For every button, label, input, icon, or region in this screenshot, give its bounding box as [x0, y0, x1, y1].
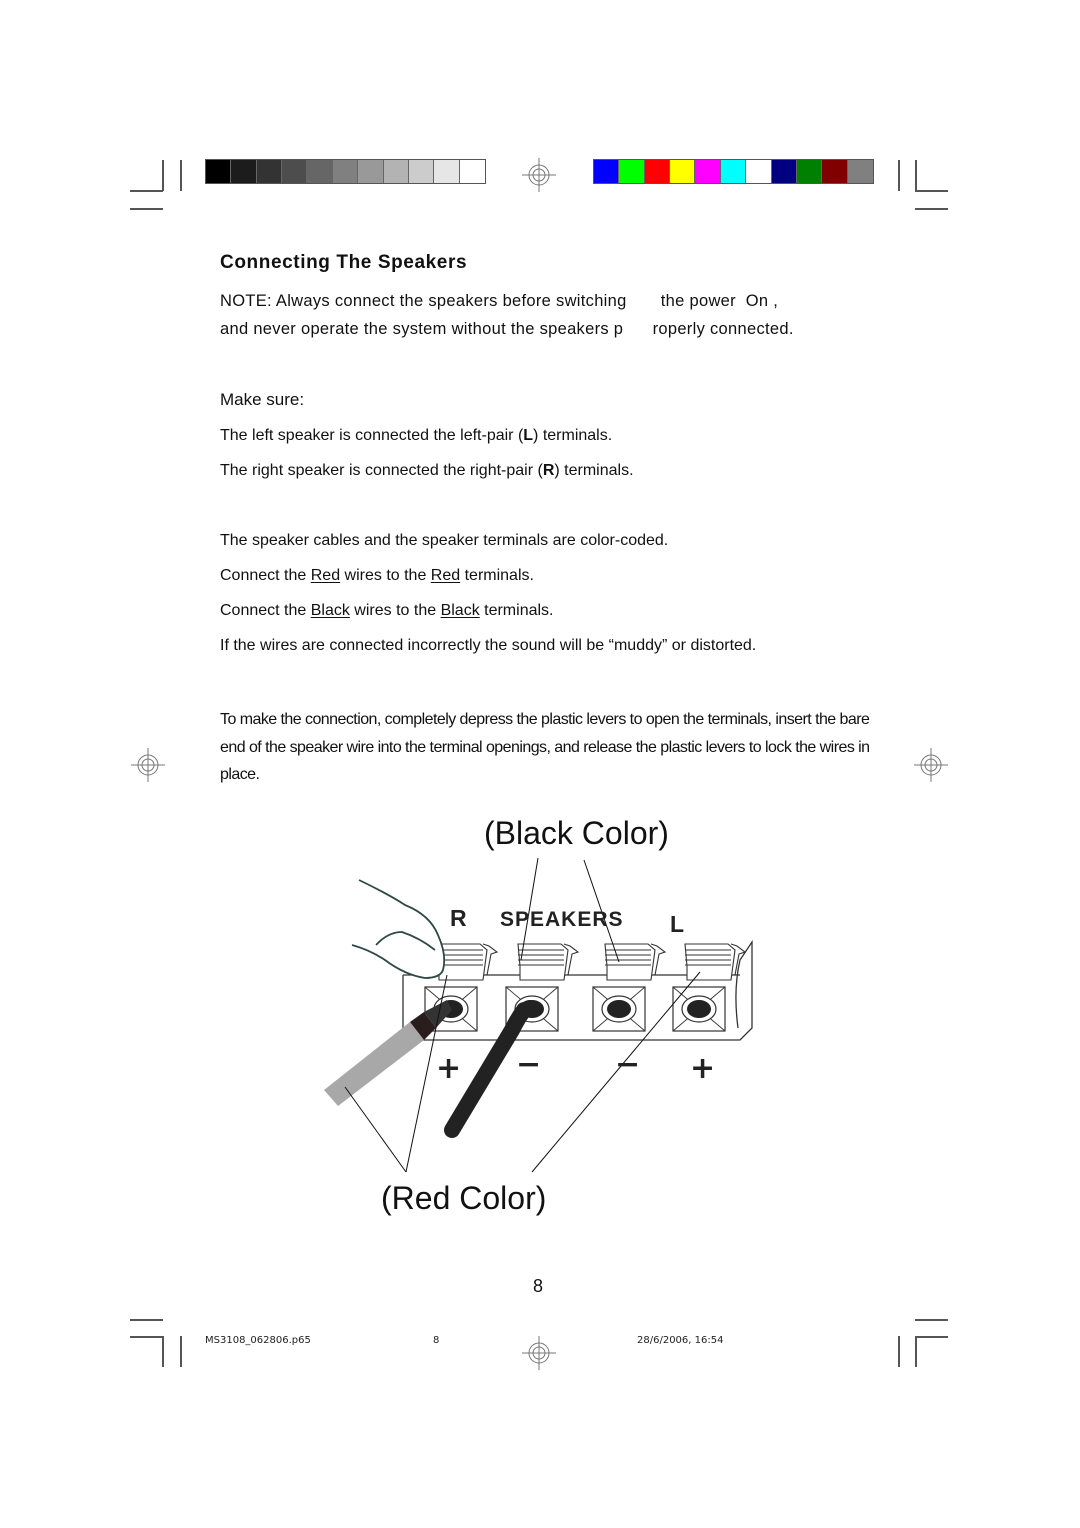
channel-letter: L	[523, 427, 534, 444]
make-sure-label: Make sure:	[220, 390, 305, 409]
page-number: 8	[533, 1276, 544, 1296]
make-sure-item-right: The right speaker is connected the right…	[220, 462, 634, 480]
finger-illustration	[351, 879, 446, 979]
panel-l-label: L	[670, 911, 684, 937]
section-heading: Connecting The Speakers	[220, 252, 468, 273]
crop-mark	[180, 1336, 182, 1367]
incorrect-wiring-warning: If the wires are connected incorrectly t…	[220, 637, 757, 654]
registration-target-icon	[522, 1336, 556, 1370]
text: wires to the	[340, 567, 431, 584]
calibration-swatch	[307, 160, 333, 183]
terminal-socket	[592, 986, 646, 1032]
color-calibration-bar	[593, 159, 874, 184]
crop-mark	[130, 1336, 163, 1338]
text: terminals.	[479, 602, 554, 619]
crop-mark	[130, 1319, 163, 1321]
crop-mark	[915, 1336, 917, 1367]
crop-mark	[180, 160, 182, 191]
underlined-word: Black	[440, 602, 480, 619]
lever-instructions: To make the connection, completely depre…	[220, 711, 870, 783]
calibration-swatch	[746, 160, 772, 183]
panel-speakers-label: SPEAKERS	[500, 908, 624, 931]
red-color-label: (Red Color)	[381, 1180, 547, 1216]
registration-target-icon	[914, 748, 948, 782]
polarity-symbol: +	[690, 1051, 715, 1086]
crop-mark	[915, 190, 948, 192]
crop-mark	[162, 160, 164, 191]
footer-file-page: 8	[433, 1335, 440, 1346]
registration-target-icon	[522, 158, 556, 192]
calibration-swatch	[847, 160, 873, 183]
calibration-swatch	[822, 160, 848, 183]
text: wires to the	[349, 602, 441, 619]
text: Connect the	[220, 567, 311, 584]
calibration-swatch	[670, 160, 696, 183]
calibration-swatch	[644, 160, 671, 183]
calibration-swatch	[796, 160, 823, 183]
grayscale-calibration-bar	[205, 159, 486, 184]
crop-mark	[130, 208, 163, 210]
channel-letter: R	[542, 462, 555, 479]
footer-file-name: MS3108_062806.p65	[205, 1335, 311, 1346]
crop-mark	[915, 160, 917, 191]
crop-mark	[898, 1336, 900, 1367]
polarity-symbol: −	[516, 1047, 541, 1082]
calibration-swatch	[434, 160, 460, 183]
crop-mark	[130, 190, 163, 192]
text: The left speaker is connected the left-p…	[220, 427, 524, 444]
crop-mark	[915, 1319, 948, 1321]
speaker-terminal-diagram: R SPEAKERS L + − − +	[324, 857, 753, 1173]
calibration-swatch	[459, 160, 485, 183]
crop-mark	[915, 208, 948, 210]
red-wire	[324, 1000, 452, 1106]
calibration-swatch	[695, 160, 721, 183]
crop-mark	[162, 1336, 164, 1367]
calibration-swatch	[383, 160, 409, 183]
calibration-swatch	[408, 160, 435, 183]
make-sure-item-left: The left speaker is connected the left-p…	[220, 427, 612, 445]
black-color-label: (Black Color)	[484, 815, 669, 851]
registration-target-icon	[131, 748, 165, 782]
calibration-swatch	[206, 160, 232, 183]
red-wire-instruction: Connect the Red wires to the Red termina…	[220, 567, 534, 585]
panel-r-label: R	[450, 905, 467, 931]
calibration-swatch	[771, 160, 797, 183]
underlined-word: Red	[430, 567, 461, 584]
calibration-swatch	[619, 160, 645, 183]
note-line-1: NOTE: Always connect the speakers before…	[220, 292, 779, 310]
text: ) terminals.	[533, 427, 613, 444]
color-coded-text: The speaker cables and the speaker termi…	[220, 532, 669, 549]
calibration-swatch	[358, 160, 384, 183]
text: terminals.	[460, 567, 534, 584]
note-line-2: and never operate the system without the…	[220, 320, 794, 338]
text: Connect the	[220, 602, 311, 619]
calibration-swatch	[594, 160, 620, 183]
calibration-swatch	[332, 160, 359, 183]
underlined-word: Black	[310, 602, 350, 619]
calibration-swatch	[231, 160, 257, 183]
text: The right speaker is connected the right…	[220, 462, 543, 479]
polarity-symbol: −	[615, 1047, 640, 1082]
text: ) terminals.	[554, 462, 634, 479]
terminal-socket	[672, 986, 726, 1032]
calibration-swatch	[256, 160, 283, 183]
footer-timestamp: 28/6/2006, 16:54	[637, 1335, 724, 1346]
crop-mark	[898, 160, 900, 191]
polarity-symbol: +	[436, 1051, 461, 1086]
calibration-swatch	[720, 160, 747, 183]
black-wire-instruction: Connect the Black wires to the Black ter…	[220, 602, 553, 620]
calibration-swatch	[282, 160, 308, 183]
crop-mark	[915, 1336, 948, 1338]
underlined-word: Red	[310, 567, 341, 584]
